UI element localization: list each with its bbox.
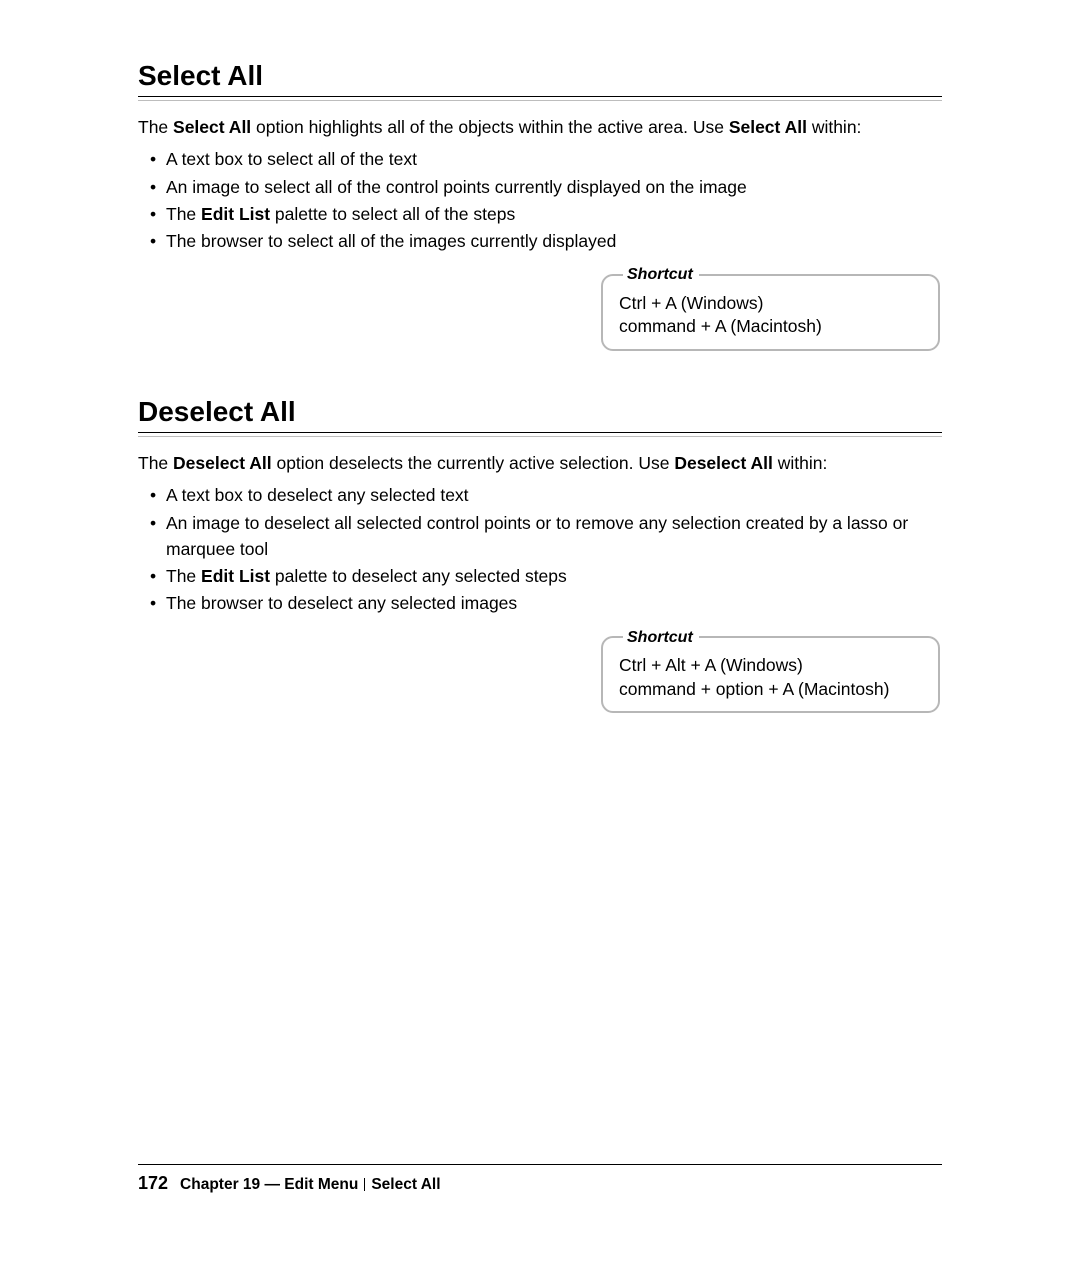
section-select-all: Select All The Select All option highlig… [138, 60, 942, 351]
text: The [166, 566, 201, 586]
page-number: 172 [138, 1173, 168, 1193]
list-item: A text box to select all of the text [164, 146, 942, 172]
list-item: The Edit List palette to deselect any se… [164, 563, 942, 589]
intro-paragraph: The Deselect All option deselects the cu… [138, 450, 942, 476]
shortcut-line: command + A (Macintosh) [619, 315, 924, 339]
list-item: An image to select all of the control po… [164, 174, 942, 200]
bold-term: Deselect All [173, 453, 272, 473]
list-item: The browser to select all of the images … [164, 228, 942, 254]
bold-term: Edit List [201, 566, 270, 586]
shortcut-legend: Shortcut [623, 627, 699, 649]
footer-separator-icon [364, 1178, 365, 1191]
bold-term: Deselect All [674, 453, 773, 473]
text: The [138, 453, 173, 473]
text: palette to select all of the steps [270, 204, 515, 224]
bullet-list: A text box to select all of the text An … [138, 146, 942, 254]
heading-rule [138, 432, 942, 438]
shortcut-box: Shortcut Ctrl + A (Windows) command + A … [601, 264, 940, 351]
list-item: An image to deselect all selected contro… [164, 510, 942, 563]
bold-term: Edit List [201, 204, 270, 224]
footer-chapter: Chapter 19 — Edit Menu [180, 1176, 358, 1193]
heading-select-all: Select All [138, 60, 942, 92]
shortcut-line: command + option + A (Macintosh) [619, 678, 924, 702]
bold-term: Select All [729, 117, 807, 137]
footer-topic: Select All [371, 1176, 440, 1193]
text: option deselects the currently active se… [272, 453, 675, 473]
text: palette to deselect any selected steps [270, 566, 567, 586]
shortcut-legend: Shortcut [623, 264, 699, 286]
page-footer: 172 Chapter 19 — Edit Menu Select All [138, 1164, 942, 1194]
list-item: A text box to deselect any selected text [164, 482, 942, 508]
text: A text box to deselect any selected text [166, 485, 469, 505]
footer-rule [138, 1164, 942, 1165]
heading-rule [138, 96, 942, 102]
bullet-list: A text box to deselect any selected text… [138, 482, 942, 616]
footer-text: 172 Chapter 19 — Edit Menu Select All [138, 1173, 942, 1194]
shortcut-container: Shortcut Ctrl + A (Windows) command + A … [138, 264, 942, 351]
text: An image to select all of the control po… [166, 177, 747, 197]
text: The browser to select all of the images … [166, 231, 616, 251]
text: An image to deselect all selected contro… [166, 513, 908, 559]
text: within: [807, 117, 861, 137]
section-deselect-all: Deselect All The Deselect All option des… [138, 396, 942, 713]
shortcut-line: Ctrl + Alt + A (Windows) [619, 654, 924, 678]
shortcut-line: Ctrl + A (Windows) [619, 292, 924, 316]
bold-term: Select All [173, 117, 251, 137]
list-item: The Edit List palette to select all of t… [164, 201, 942, 227]
text: option highlights all of the objects wit… [251, 117, 729, 137]
text: A text box to select all of the text [166, 149, 417, 169]
intro-paragraph: The Select All option highlights all of … [138, 114, 942, 140]
text: within: [773, 453, 827, 473]
text: The [166, 204, 201, 224]
shortcut-container: Shortcut Ctrl + Alt + A (Windows) comman… [138, 627, 942, 714]
shortcut-box: Shortcut Ctrl + Alt + A (Windows) comman… [601, 627, 940, 714]
list-item: The browser to deselect any selected ima… [164, 590, 942, 616]
text: The browser to deselect any selected ima… [166, 593, 517, 613]
text: The [138, 117, 173, 137]
heading-deselect-all: Deselect All [138, 396, 942, 428]
